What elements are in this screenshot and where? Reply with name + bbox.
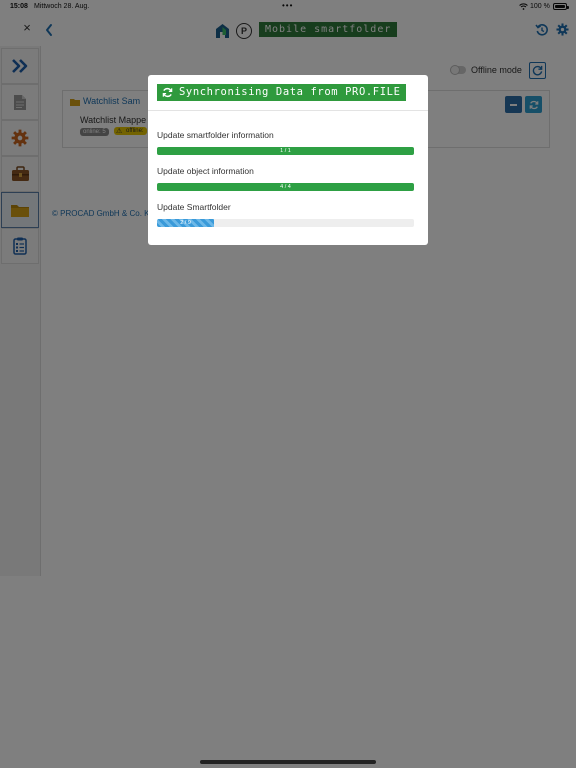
progress-text: 1 / 1 xyxy=(280,148,291,154)
dialog-title: Synchronising Data from PRO.FILE xyxy=(179,86,401,98)
dialog-title-tag: Synchronising Data from PRO.FILE xyxy=(157,84,406,101)
progress-text: 2 / 9 xyxy=(180,220,191,226)
step-label: Update object information xyxy=(157,166,254,176)
sync-icon xyxy=(162,87,173,98)
step-label: Update smartfolder information xyxy=(157,130,274,140)
home-indicator xyxy=(200,760,376,764)
progress-bar: 2 / 9 xyxy=(157,219,414,227)
step-label: Update Smartfolder xyxy=(157,202,231,212)
progress-text: 4 / 4 xyxy=(280,184,291,190)
progress-bar: 1 / 1 xyxy=(157,147,414,155)
dialog-header: Synchronising Data from PRO.FILE xyxy=(148,75,428,111)
sync-dialog: Synchronising Data from PRO.FILE Update … xyxy=(148,75,428,245)
progress-bar: 4 / 4 xyxy=(157,183,414,191)
